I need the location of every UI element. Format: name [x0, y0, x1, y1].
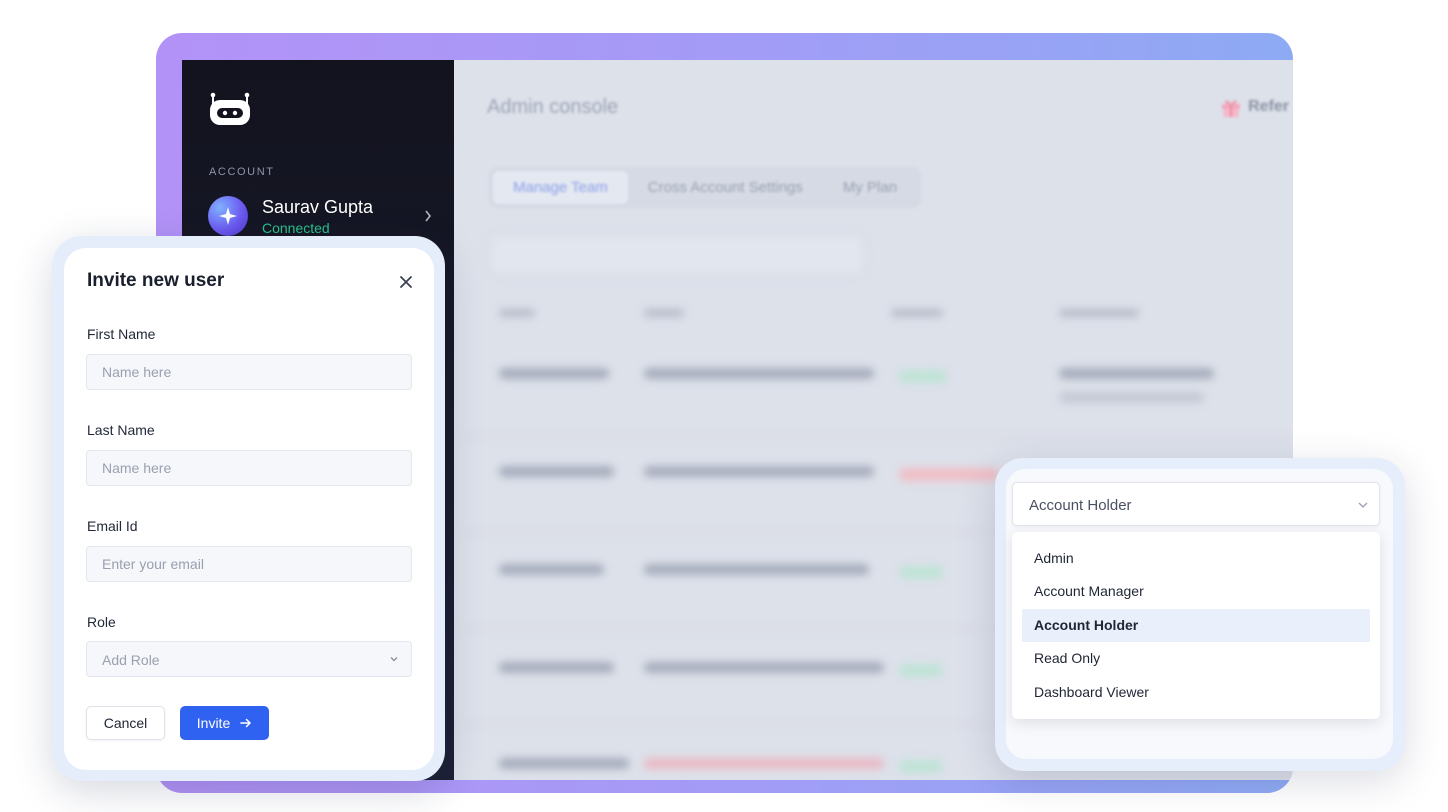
section-label-account: ACCOUNT — [209, 166, 275, 178]
chevron-down-icon — [390, 657, 398, 662]
first-name-input[interactable] — [86, 354, 412, 390]
table-row[interactable] — [454, 340, 1293, 437]
first-name-label: First Name — [87, 326, 156, 342]
robot-logo-icon — [210, 92, 250, 125]
account-switcher[interactable]: Saurav Gupta Connected — [208, 196, 432, 240]
invite-button-label: Invite — [196, 715, 231, 731]
role-dropdown-value: Account Holder — [1029, 497, 1132, 514]
close-icon — [400, 276, 412, 288]
arrow-right-icon — [240, 718, 252, 728]
role-select-placeholder: Add Role — [102, 652, 160, 668]
account-status: Connected — [262, 220, 330, 236]
role-option-account-holder[interactable]: Account Holder — [1022, 609, 1370, 642]
invite-user-modal: Invite new user First Name Last Name Ema… — [64, 248, 434, 770]
modal-title: Invite new user — [87, 270, 225, 291]
close-button[interactable] — [394, 270, 418, 294]
email-label: Email Id — [87, 518, 138, 534]
avatar — [208, 196, 248, 236]
last-name-label: Last Name — [87, 422, 155, 438]
sparkle-icon — [219, 207, 237, 225]
role-option-read-only[interactable]: Read Only — [1022, 642, 1370, 675]
role-select[interactable]: Add Role — [86, 641, 412, 677]
cancel-button[interactable]: Cancel — [86, 706, 165, 740]
role-dropdown-select[interactable]: Account Holder — [1012, 482, 1380, 526]
role-dropdown-menu: Admin Account Manager Account Holder Rea… — [1012, 532, 1380, 719]
chevron-down-icon — [1358, 502, 1368, 508]
role-label: Role — [87, 614, 116, 630]
email-input[interactable] — [86, 546, 412, 582]
account-name: Saurav Gupta — [262, 197, 374, 217]
role-option-dashboard-viewer[interactable]: Dashboard Viewer — [1022, 676, 1370, 709]
invite-button[interactable]: Invite — [180, 706, 269, 740]
role-option-admin[interactable]: Admin — [1022, 542, 1370, 575]
last-name-input[interactable] — [86, 450, 412, 486]
table-header — [499, 309, 1293, 323]
chevron-right-icon — [425, 210, 432, 222]
role-option-account-manager[interactable]: Account Manager — [1022, 575, 1370, 608]
